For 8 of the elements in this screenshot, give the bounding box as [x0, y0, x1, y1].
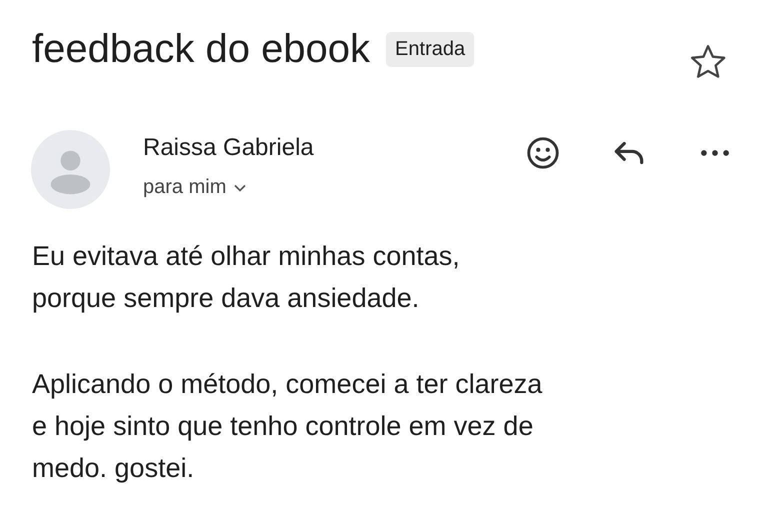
recipient-text: para mim — [143, 176, 226, 199]
message-paragraph: Aplicando o método, comecei a ter clareza e hoje sinto que tenho controle em vez de medo. gostei. — [32, 368, 544, 485]
chevron-down-icon[interactable] — [234, 184, 246, 192]
email-subject: feedback do ebook — [32, 26, 370, 72]
avatar-icon — [31, 130, 110, 209]
message-paragraph: Eu evitava até olhar minhas contas, porque sempre dava ansiedade. — [32, 240, 461, 315]
inbox-label[interactable]: Entrada — [386, 32, 474, 66]
sender-name: Raissa Gabriela — [143, 134, 314, 162]
